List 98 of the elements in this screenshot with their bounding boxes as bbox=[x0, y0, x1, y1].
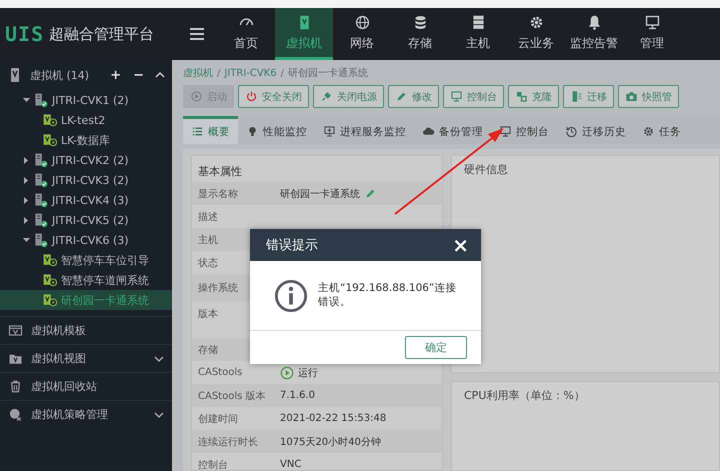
vm-icon bbox=[42, 112, 58, 128]
migrate-icon bbox=[570, 90, 583, 103]
tree-item[interactable]: 智慧停车道闸系统 bbox=[0, 270, 172, 290]
property-label: CAStools 版本 bbox=[198, 390, 266, 402]
plug-icon bbox=[320, 90, 333, 103]
list-icon bbox=[191, 125, 204, 138]
play-icon bbox=[190, 90, 203, 103]
tab[interactable]: 迁移历史 bbox=[557, 116, 634, 144]
vm-icon bbox=[42, 292, 58, 308]
property-value: VNC bbox=[280, 459, 302, 470]
nav-item[interactable]: 首页 bbox=[217, 8, 275, 60]
property-label: 版本 bbox=[198, 308, 218, 321]
running-icon bbox=[280, 366, 294, 380]
breadcrumb-separator: / bbox=[217, 68, 220, 78]
sidebar-item[interactable]: 虚拟机视图 bbox=[31, 351, 146, 366]
property-label: CAStools bbox=[198, 367, 242, 378]
tree-item[interactable]: JITRI-CVK3 (2) bbox=[0, 170, 172, 190]
nav-item[interactable]: 网络 bbox=[333, 8, 391, 60]
server-icon bbox=[33, 152, 49, 168]
cloud-icon bbox=[422, 125, 435, 138]
tab[interactable]: 控制台 bbox=[491, 116, 557, 144]
monitor-icon bbox=[644, 14, 660, 30]
screen-icon bbox=[323, 125, 336, 138]
chevron-down-icon bbox=[154, 410, 164, 418]
globe-icon bbox=[354, 14, 370, 30]
property-label: 描述 bbox=[198, 210, 218, 224]
monitor-icon bbox=[499, 125, 512, 138]
pencil-icon bbox=[395, 90, 408, 103]
tab[interactable]: 任务 bbox=[634, 116, 689, 144]
dialog-title: 错误提示 bbox=[266, 237, 318, 254]
nav-item[interactable]: 管理 bbox=[623, 8, 681, 60]
vm-icon bbox=[42, 272, 58, 288]
info-icon bbox=[274, 278, 308, 312]
dialog-message: 主机“192.168.88.106”连接错误。 bbox=[318, 282, 458, 309]
monitor-icon bbox=[450, 90, 463, 103]
menu-icon[interactable] bbox=[189, 26, 205, 42]
close-button[interactable]: × bbox=[452, 235, 469, 255]
tree-action-button[interactable]: + bbox=[108, 68, 124, 82]
server-icon bbox=[33, 92, 49, 108]
property-label: 连续运行时长 bbox=[198, 436, 258, 448]
property-label: 状态 bbox=[198, 256, 218, 270]
property-label: 操作系统 bbox=[198, 282, 238, 295]
tree-item[interactable]: JITRI-CVK2 (2) bbox=[0, 150, 172, 170]
sidebar-item[interactable]: 虚拟机模板 bbox=[31, 323, 164, 338]
tree-item[interactable]: LK-数据库 bbox=[0, 130, 172, 150]
property-label: 主机 bbox=[198, 234, 218, 246]
server-icon bbox=[33, 212, 49, 228]
property-label: 显示名称 bbox=[198, 188, 238, 200]
policy-icon bbox=[8, 407, 23, 422]
camera-icon bbox=[625, 90, 638, 103]
panel-title: CPU利用率（单位：%） bbox=[464, 388, 586, 403]
history-icon bbox=[565, 125, 578, 138]
power-icon bbox=[245, 90, 258, 103]
ok-button[interactable]: 确定 bbox=[405, 336, 467, 359]
property-value: 运行 bbox=[298, 366, 318, 380]
panel-title: 硬件信息 bbox=[464, 162, 509, 177]
panel-title: 基本属性 bbox=[197, 164, 243, 180]
property-value: 研创园一卡通系统 bbox=[280, 188, 360, 200]
gear-icon bbox=[642, 125, 655, 138]
tree-action-button[interactable]: − bbox=[131, 68, 146, 82]
vm-icon bbox=[8, 67, 22, 83]
clone-icon bbox=[515, 90, 528, 103]
trash-icon bbox=[8, 379, 23, 394]
tab[interactable]: 进程服务监控 bbox=[315, 116, 414, 144]
tree-item[interactable]: JITRI-CVK1 (2) bbox=[0, 90, 172, 110]
property-value: 1075天20小时40分钟 bbox=[280, 436, 381, 448]
property-label: 创建时间 bbox=[198, 412, 238, 426]
tab[interactable]: 性能监控 bbox=[238, 116, 315, 144]
nav-item[interactable]: 云业务 bbox=[507, 8, 565, 60]
property-value: 7.1.6.0 bbox=[280, 390, 315, 401]
chevron-down-icon bbox=[154, 354, 164, 362]
template-icon bbox=[8, 323, 23, 338]
property-label: 控制台 bbox=[198, 458, 228, 471]
nav-item[interactable]: 存储 bbox=[391, 8, 449, 60]
vm-icon bbox=[42, 252, 58, 268]
property-label: 存储 bbox=[198, 344, 218, 356]
sidebar-item[interactable]: 虚拟机策略管理 bbox=[31, 407, 146, 422]
nav-item[interactable]: 主机 bbox=[449, 8, 507, 60]
server-icon bbox=[33, 172, 49, 188]
tree-item[interactable]: 智慧停车车位引导 bbox=[0, 250, 172, 270]
app-title: 超融合管理平台 bbox=[49, 24, 154, 44]
sidebar-item[interactable]: 虚拟机回收站 bbox=[31, 379, 164, 394]
logo: UIS bbox=[5, 22, 44, 46]
tree-item[interactable]: JITRI-CVK6 (3) bbox=[0, 230, 172, 250]
collapse-icon bbox=[154, 70, 166, 80]
nav-item[interactable]: 虚拟机 bbox=[275, 8, 333, 60]
breadcrumb-separator: / bbox=[280, 68, 284, 78]
tree-item[interactable]: JITRI-CVK4 (3) bbox=[0, 190, 172, 210]
vm-icon bbox=[42, 132, 58, 148]
nav-item[interactable]: 监控告警 bbox=[565, 8, 623, 60]
tree-item[interactable]: JITRI-CVK5 (2) bbox=[0, 210, 172, 230]
server-icon bbox=[33, 232, 49, 248]
tab[interactable]: 备份管理 bbox=[414, 116, 491, 144]
tab[interactable]: 概要 bbox=[183, 116, 238, 144]
tree-root-label[interactable]: 虚拟机 (14) bbox=[30, 68, 100, 82]
server-icon bbox=[33, 192, 49, 208]
tree-item[interactable]: LK-test2 bbox=[0, 110, 172, 130]
property-value: 2021-02-22 15:53:48 bbox=[280, 413, 386, 424]
